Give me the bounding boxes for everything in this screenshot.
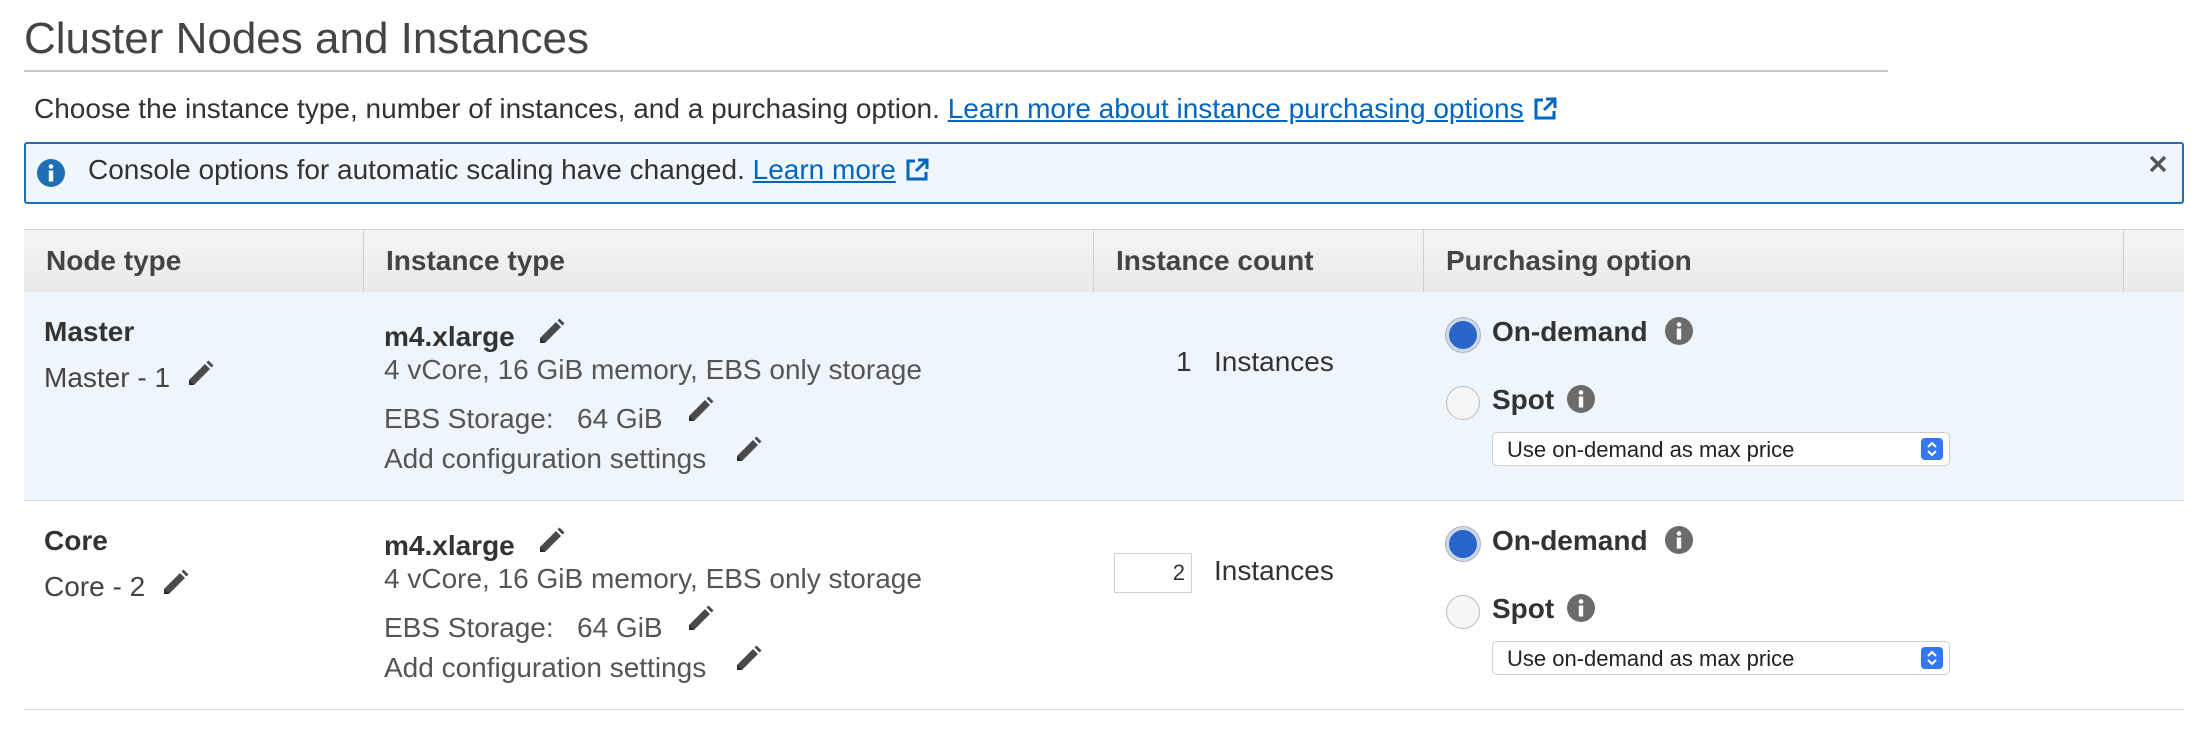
- info-alert-text: Console options for automatic scaling ha…: [88, 154, 745, 185]
- instance-count-input[interactable]: [1114, 553, 1192, 593]
- edit-pencil-icon[interactable]: [732, 434, 764, 466]
- edit-pencil-icon[interactable]: [684, 394, 716, 426]
- node-type-name: Master: [44, 316, 135, 347]
- table-row-master: Master Master - 1 m4.xlarge 4 vCore, 16 …: [24, 292, 2184, 501]
- info-icon[interactable]: [1664, 316, 1694, 346]
- chevron-updown-icon: [1921, 647, 1943, 669]
- on-demand-radio[interactable]: [1446, 318, 1480, 352]
- ebs-storage-value: 64 GiB: [577, 403, 663, 434]
- info-icon[interactable]: [1664, 525, 1694, 555]
- ebs-storage-label: EBS Storage:: [384, 403, 554, 434]
- page-description: Choose the instance type, number of inst…: [34, 93, 1558, 125]
- spot-radio[interactable]: [1446, 595, 1480, 629]
- spot-label: Spot: [1492, 384, 1555, 415]
- instance-type: m4.xlarge: [384, 525, 567, 562]
- purchasing-options-link-label: Learn more about instance purchasing opt…: [947, 93, 1524, 124]
- node-group-name: Master - 1: [44, 358, 216, 394]
- edit-pencil-icon[interactable]: [159, 567, 191, 599]
- title-divider: [24, 70, 1888, 72]
- edit-pencil-icon[interactable]: [732, 643, 764, 675]
- info-icon[interactable]: [1566, 593, 1596, 623]
- spot-radio[interactable]: [1446, 386, 1480, 420]
- edit-pencil-icon[interactable]: [535, 316, 567, 348]
- info-alert-message: Console options for automatic scaling ha…: [88, 154, 930, 186]
- description-text: Choose the instance type, number of inst…: [34, 93, 940, 124]
- on-demand-label: On-demand: [1492, 525, 1648, 556]
- info-alert: Console options for automatic scaling ha…: [24, 142, 2184, 204]
- node-group-name: Core - 2: [44, 567, 191, 603]
- ebs-storage-value: 64 GiB: [577, 612, 663, 643]
- column-header-purchasing-option: Purchasing option: [1424, 230, 2124, 292]
- instance-type-label: m4.xlarge: [384, 530, 515, 561]
- ebs-storage: EBS Storage: 64 GiB: [384, 394, 716, 435]
- instance-type: m4.xlarge: [384, 316, 567, 353]
- configuration-settings: Add configuration settings: [384, 434, 764, 475]
- configuration-settings: Add configuration settings: [384, 643, 764, 684]
- on-demand-radio[interactable]: [1446, 527, 1480, 561]
- configuration-settings-label: Add configuration settings: [384, 443, 707, 474]
- external-link-icon: [1534, 97, 1557, 120]
- ebs-storage-label: EBS Storage:: [384, 612, 554, 643]
- spot-label: Spot: [1492, 593, 1555, 624]
- edit-pencil-icon[interactable]: [184, 358, 216, 390]
- max-price-select[interactable]: Use on-demand as max price: [1492, 432, 1950, 466]
- edit-pencil-icon[interactable]: [535, 525, 567, 557]
- edit-pencil-icon[interactable]: [684, 603, 716, 635]
- max-price-select-value: Use on-demand as max price: [1507, 646, 1795, 671]
- instance-spec: 4 vCore, 16 GiB memory, EBS only storage: [384, 354, 922, 385]
- node-group-label: Master - 1: [44, 362, 171, 393]
- info-icon[interactable]: [1566, 384, 1596, 414]
- table-header: Node type Instance type Instance count P…: [24, 229, 2184, 293]
- instance-count-unit: Instances: [1214, 555, 1334, 586]
- on-demand-label: On-demand: [1492, 316, 1648, 347]
- instance-type-label: m4.xlarge: [384, 321, 515, 352]
- instance-spec: 4 vCore, 16 GiB memory, EBS only storage: [384, 563, 922, 594]
- max-price-select[interactable]: Use on-demand as max price: [1492, 641, 1950, 675]
- node-type-name: Core: [44, 525, 108, 556]
- table-row-core: Core Core - 2 m4.xlarge 4 vCore, 16 GiB …: [24, 501, 2184, 710]
- instance-count-value: 1: [1176, 346, 1192, 377]
- chevron-updown-icon: [1921, 438, 1943, 460]
- info-learn-more-link[interactable]: Learn more: [753, 154, 930, 185]
- column-header-instance-type: Instance type: [364, 230, 1094, 292]
- page-title: Cluster Nodes and Instances: [24, 14, 589, 63]
- max-price-select-value: Use on-demand as max price: [1507, 437, 1795, 462]
- column-header-instance-count: Instance count: [1094, 230, 1424, 292]
- column-header-node-type: Node type: [24, 230, 364, 292]
- ebs-storage: EBS Storage: 64 GiB: [384, 603, 716, 644]
- cluster-nodes-table: Node type Instance type Instance count P…: [24, 229, 2184, 713]
- instance-count-unit: Instances: [1214, 346, 1334, 377]
- info-learn-more-label: Learn more: [752, 154, 896, 185]
- node-group-label: Core - 2: [44, 571, 146, 602]
- configuration-settings-label: Add configuration settings: [384, 652, 707, 683]
- external-link-icon: [906, 158, 929, 181]
- purchasing-options-link[interactable]: Learn more about instance purchasing opt…: [948, 93, 1558, 124]
- close-icon[interactable]: [2146, 152, 2170, 176]
- info-icon: [37, 159, 65, 187]
